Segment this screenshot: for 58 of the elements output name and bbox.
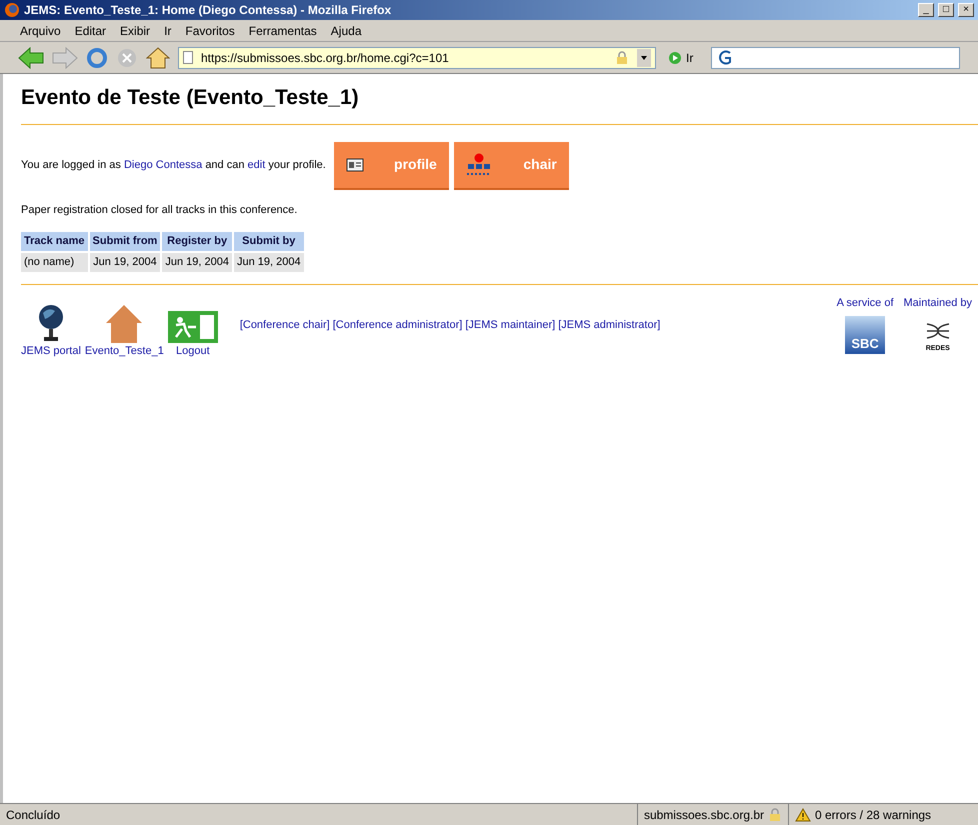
house-icon	[104, 303, 144, 343]
table-cell: Jun 19, 2004	[234, 253, 304, 272]
menu-item[interactable]: Ir	[164, 22, 172, 40]
go-button[interactable]: Ir	[668, 48, 694, 66]
page-heading: Evento de Teste (Evento_Teste_1)	[21, 85, 360, 111]
forward-arrow-icon[interactable]	[52, 46, 78, 68]
menu-item[interactable]: Editar	[74, 22, 106, 40]
host-text: submissoes.sbc.org.br	[644, 806, 764, 824]
table-cell: (no name)	[21, 253, 88, 272]
exit-sign-icon	[168, 311, 218, 343]
people-icon	[466, 152, 492, 176]
menu-item[interactable]: Arquivo	[20, 22, 61, 40]
search-field[interactable]	[711, 46, 960, 68]
status-text: Concluído	[5, 806, 62, 824]
padlock-icon	[615, 50, 629, 64]
globe-icon	[36, 303, 65, 343]
window-control-button[interactable]: _	[918, 3, 934, 17]
stop-icon[interactable]	[116, 46, 138, 68]
padlock-icon	[768, 808, 782, 822]
address-field[interactable]: https://submissoes.sbc.org.br/home.cgi?c=101	[178, 46, 656, 68]
role-link[interactable]: [Conference chair]	[240, 317, 330, 334]
edit-link[interactable]: edit	[248, 159, 266, 172]
login-sentence: You are logged in as Diego Contessa and can edit your profile.	[21, 158, 326, 174]
window-title: JEMS: Evento_Teste_1: Home (Diego Contessa) - Mozilla Firefox	[24, 2, 392, 19]
footer-nav-link[interactable]: Logout	[168, 301, 218, 360]
user-link[interactable]: Diego Contessa	[124, 159, 202, 172]
table-cell: Jun 19, 2004	[162, 253, 232, 272]
service-label: A service of	[836, 296, 894, 311]
menu-item[interactable]: Exibir	[120, 22, 150, 40]
column-header: Submit by	[234, 232, 304, 251]
footer-nav-link[interactable]: Evento_Teste_1	[84, 301, 164, 360]
registration-notice: Paper registration closed for all tracks in this conference.	[21, 202, 298, 218]
back-arrow-icon[interactable]	[18, 46, 44, 68]
sbc-logo: SBC	[845, 316, 886, 354]
url-text: https://submissoes.sbc.org.br/home.cgi?c=101	[201, 50, 450, 66]
messages-text: 0 errors / 28 warnings	[815, 806, 932, 824]
page-icon	[183, 51, 193, 64]
id-card-icon	[346, 158, 364, 172]
menu-item[interactable]: Ferramentas	[248, 22, 317, 40]
window-control-button[interactable]: □	[938, 3, 954, 17]
role-link[interactable]: [Conference administrator]	[332, 317, 462, 334]
messages-panel[interactable]: 0 errors / 28 warnings	[788, 804, 978, 825]
column-header: Register by	[162, 232, 232, 251]
menu-item[interactable]: Favoritos	[185, 22, 235, 40]
role-link[interactable]: [JEMS administrator]	[558, 317, 660, 334]
window-control-button[interactable]: ×	[958, 3, 974, 17]
column-header: Submit from	[90, 232, 160, 251]
firefox-logo-icon	[4, 2, 20, 18]
warning-icon	[795, 808, 811, 822]
reload-icon[interactable]	[86, 46, 108, 68]
go-icon	[668, 50, 682, 64]
maintained-label: Maintained by	[904, 296, 972, 311]
role-link[interactable]: [JEMS maintainer]	[465, 317, 556, 334]
table-cell: Jun 19, 2004	[90, 253, 160, 272]
column-header: Track name	[21, 232, 88, 251]
footer-nav-link[interactable]: JEMS portal	[21, 301, 81, 360]
menu-item[interactable]: Ajuda	[330, 22, 362, 40]
home-icon[interactable]	[146, 46, 170, 68]
